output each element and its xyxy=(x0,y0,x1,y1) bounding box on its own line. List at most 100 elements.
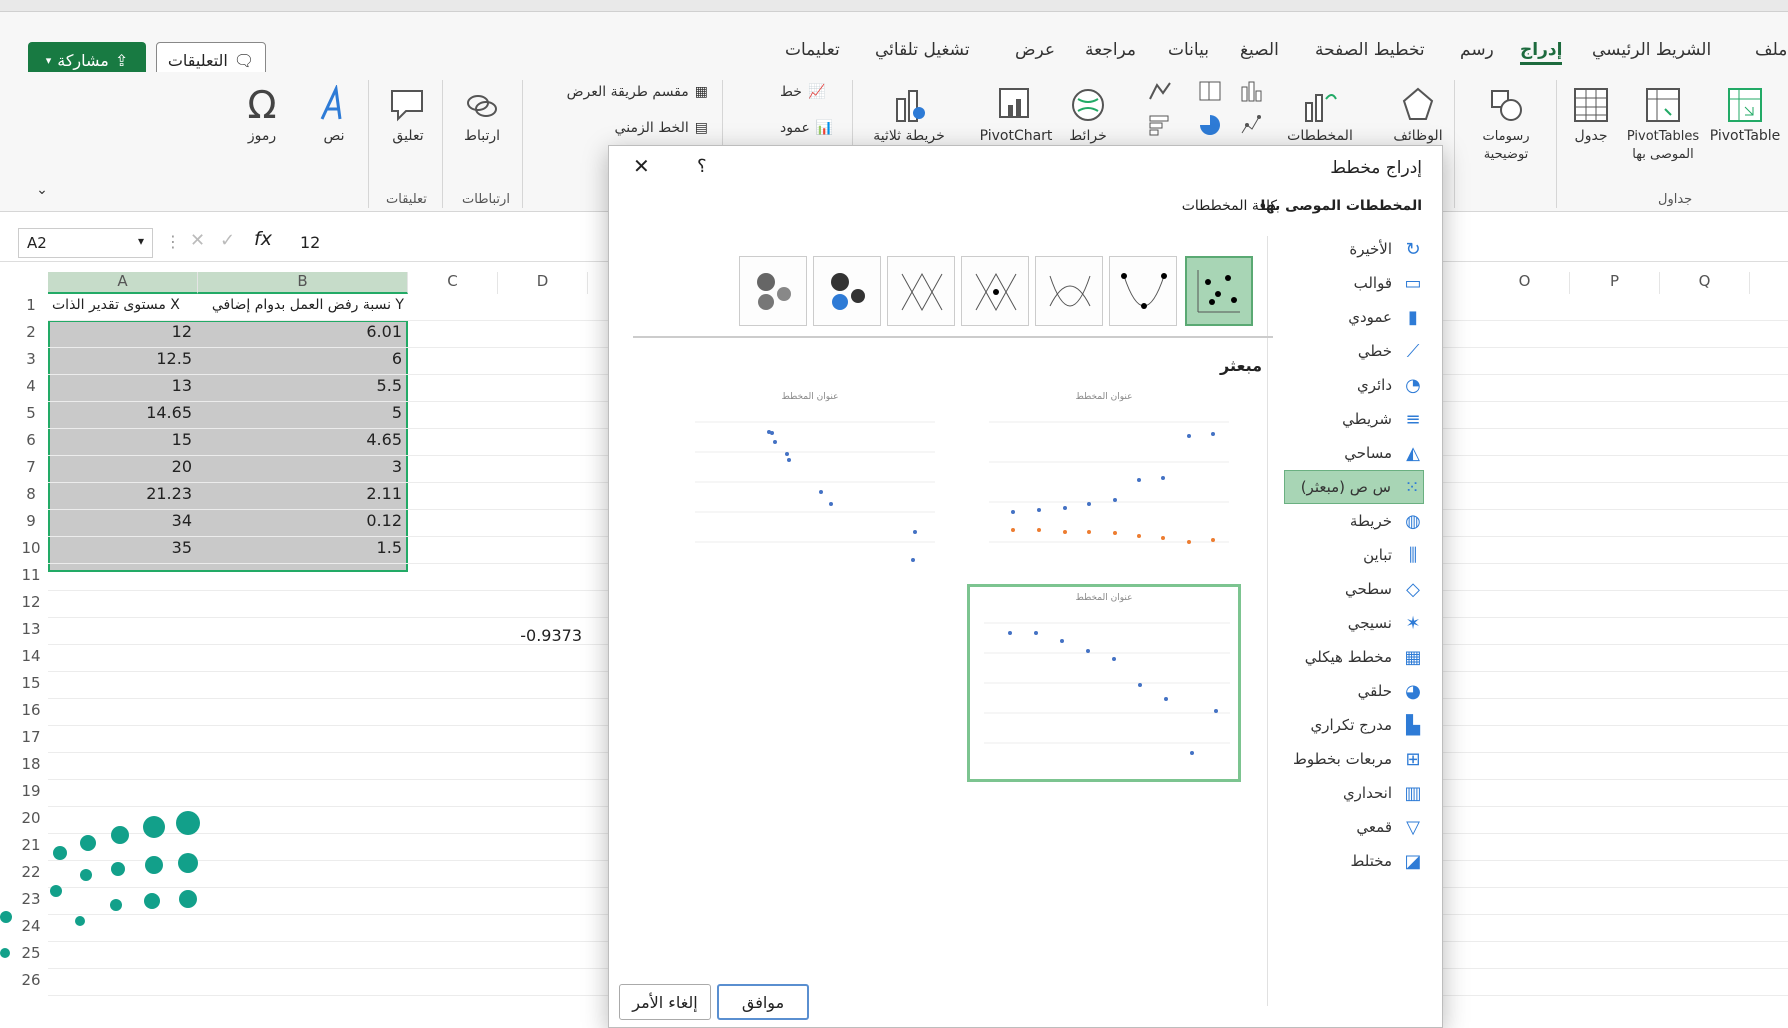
chart-type-item[interactable]: مختلط ◪ xyxy=(1284,844,1424,878)
row-header[interactable]: 2 xyxy=(14,323,48,341)
cell-d13[interactable]: -0.9373 xyxy=(498,626,588,645)
symbols-button[interactable]: Ω رموز xyxy=(234,82,290,144)
cell-a2[interactable]: 12 xyxy=(48,322,198,341)
header-y[interactable]: نسبة رفض العمل بدوام إضافي Y xyxy=(212,297,404,319)
charts-button[interactable]: المخططات xyxy=(1280,82,1360,144)
slicer-button[interactable]: مقسم طريقة العرض ▦ xyxy=(538,84,708,100)
tab-view[interactable]: عرض xyxy=(1015,40,1055,60)
cell-a5[interactable]: 14.65 xyxy=(48,403,198,422)
scatter-straight-markers-thumb[interactable] xyxy=(961,256,1029,326)
cell-b8[interactable]: 2.11 xyxy=(198,484,408,503)
timeline-button[interactable]: الخط الزمني ▤ xyxy=(538,120,708,136)
chart-type-item[interactable]: تباين ⫼ xyxy=(1284,538,1424,572)
row-header[interactable]: 3 xyxy=(14,350,48,368)
ribbon-collapse-chevron-icon[interactable]: ⌄ xyxy=(30,182,54,198)
chart-type-item[interactable]: شريطي ≡ xyxy=(1284,402,1424,436)
cell-a4[interactable]: 13 xyxy=(48,376,198,395)
column-header-p[interactable]: P xyxy=(1570,272,1660,294)
cell-b7[interactable]: 3 xyxy=(198,457,408,476)
cancel-button[interactable]: إلغاء الأمر xyxy=(619,984,711,1020)
cell-b3[interactable]: 6 xyxy=(198,349,408,368)
fx-icon[interactable]: fx xyxy=(254,228,272,250)
cell-b4[interactable]: 5.5 xyxy=(198,376,408,395)
row-header[interactable]: 13 xyxy=(14,620,48,638)
confirm-entry-icon[interactable]: ✓ xyxy=(220,230,235,251)
scatter-straight-thumb[interactable] xyxy=(887,256,955,326)
cell-b10[interactable]: 1.5 xyxy=(198,538,408,557)
bubble-thumb[interactable] xyxy=(813,256,881,326)
chart-type-item[interactable]: مساحي ◭ xyxy=(1284,436,1424,470)
cell-b6[interactable]: 4.65 xyxy=(198,430,408,449)
tab-draw[interactable]: رسم xyxy=(1460,40,1494,60)
tab-file[interactable]: ملف xyxy=(1755,40,1787,60)
maps-button[interactable]: خرائط xyxy=(1060,82,1116,144)
tab-review[interactable]: مراجعة xyxy=(1085,40,1136,60)
functions-button[interactable]: الوظائف xyxy=(1388,82,1448,144)
table-button[interactable]: جدول xyxy=(1566,82,1616,144)
scatter-smooth-markers-thumb[interactable] xyxy=(1109,256,1177,326)
chart-type-item[interactable]: س ص (مبعثر) ⁙ xyxy=(1284,470,1424,504)
chart-preview-2[interactable]: عنوان المخطط xyxy=(969,386,1239,586)
scatter-subtype-thumb[interactable] xyxy=(1185,256,1253,326)
chart-preview-3-selected[interactable]: عنوان المخطط xyxy=(967,584,1241,782)
hierarchy-chart-dropdown[interactable] xyxy=(1190,78,1230,104)
column-header-o[interactable]: O xyxy=(1480,272,1570,294)
bar-chart-dropdown[interactable] xyxy=(1140,112,1180,138)
chart-type-item[interactable]: مدرج تكراري ▙ xyxy=(1284,708,1424,742)
chart-type-item[interactable]: عمودي ▮ xyxy=(1284,300,1424,334)
link-button[interactable]: ارتباط xyxy=(452,82,512,144)
chart-type-item[interactable]: انحداري ▥ xyxy=(1284,776,1424,810)
cell-a10[interactable]: 35 xyxy=(48,538,198,557)
chart-type-item[interactable]: دائري ◔ xyxy=(1284,368,1424,402)
chart-type-item[interactable]: خريطة ◍ xyxy=(1284,504,1424,538)
tab-page-layout[interactable]: تخطيط الصفحة xyxy=(1315,40,1425,60)
tab-home[interactable]: الشريط الرئيسي xyxy=(1592,40,1711,60)
3d-bubble-thumb[interactable] xyxy=(739,256,807,326)
column-header-b[interactable]: B xyxy=(198,272,408,294)
row-header[interactable]: 14 xyxy=(14,647,48,665)
line-chart-dropdown[interactable] xyxy=(1140,78,1180,104)
row-header[interactable]: 19 xyxy=(14,782,48,800)
scatter-chart-dropdown[interactable] xyxy=(1232,112,1272,138)
chart-type-item[interactable]: سطحي ◇ xyxy=(1284,572,1424,606)
chart-type-item[interactable]: قمعي ▽ xyxy=(1284,810,1424,844)
tab-help[interactable]: تعليمات xyxy=(785,40,840,60)
chart-type-item[interactable]: مربعات بخطوط ⊞ xyxy=(1284,742,1424,776)
pie-chart-dropdown[interactable] xyxy=(1190,112,1230,138)
row-header[interactable]: 1 xyxy=(14,296,48,314)
tab-recommended-charts[interactable]: المخططات الموصى بها xyxy=(1260,198,1422,214)
cancel-entry-icon[interactable]: ✕ xyxy=(190,230,205,251)
formula-input[interactable]: 12 xyxy=(300,233,320,252)
tab-automate[interactable]: تشغيل تلقائي xyxy=(875,40,970,60)
comment-button[interactable]: تعليق xyxy=(378,82,438,144)
cell-b5[interactable]: 5 xyxy=(198,403,408,422)
column-header-q[interactable]: Q xyxy=(1660,272,1750,294)
row-header[interactable]: 8 xyxy=(14,485,48,503)
chart-type-item[interactable]: حلقي ◕ xyxy=(1284,674,1424,708)
row-header[interactable]: 17 xyxy=(14,728,48,746)
row-header[interactable]: 15 xyxy=(14,674,48,692)
text-button[interactable]: نص xyxy=(306,82,362,144)
sparkline-line-button[interactable]: خط 📈 xyxy=(780,84,850,100)
chart-type-item[interactable]: مخطط هيكلي ▦ xyxy=(1284,640,1424,674)
row-header[interactable]: 9 xyxy=(14,512,48,530)
row-header[interactable]: 12 xyxy=(14,593,48,611)
chart-type-item[interactable]: خطي ⟋ xyxy=(1284,334,1424,368)
chart-preview-1[interactable]: عنوان المخطط xyxy=(675,386,945,586)
worksheet-grid[interactable]: A B C D O P Q مستوى تقدير الذات X نسبة ر… xyxy=(0,145,1788,1028)
help-button[interactable]: ؟ xyxy=(697,156,707,177)
tab-data[interactable]: بيانات xyxy=(1168,40,1209,60)
cell-b2[interactable]: 6.01 xyxy=(198,322,408,341)
row-header[interactable]: 18 xyxy=(14,755,48,773)
pivottable-button[interactable]: PivotTable xyxy=(1710,82,1780,144)
cell-a6[interactable]: 15 xyxy=(48,430,198,449)
chart-type-item[interactable]: نسيجي ✶ xyxy=(1284,606,1424,640)
tab-all-charts[interactable]: كافة المخططات xyxy=(1182,198,1277,214)
chart-type-item[interactable]: الأخيرة ↻ xyxy=(1284,232,1424,266)
row-header[interactable]: 4 xyxy=(14,377,48,395)
cell-a9[interactable]: 34 xyxy=(48,511,198,530)
cell-b9[interactable]: 0.12 xyxy=(198,511,408,530)
column-header-d[interactable]: D xyxy=(498,272,588,294)
row-header[interactable]: 6 xyxy=(14,431,48,449)
column-header-c[interactable]: C xyxy=(408,272,498,294)
